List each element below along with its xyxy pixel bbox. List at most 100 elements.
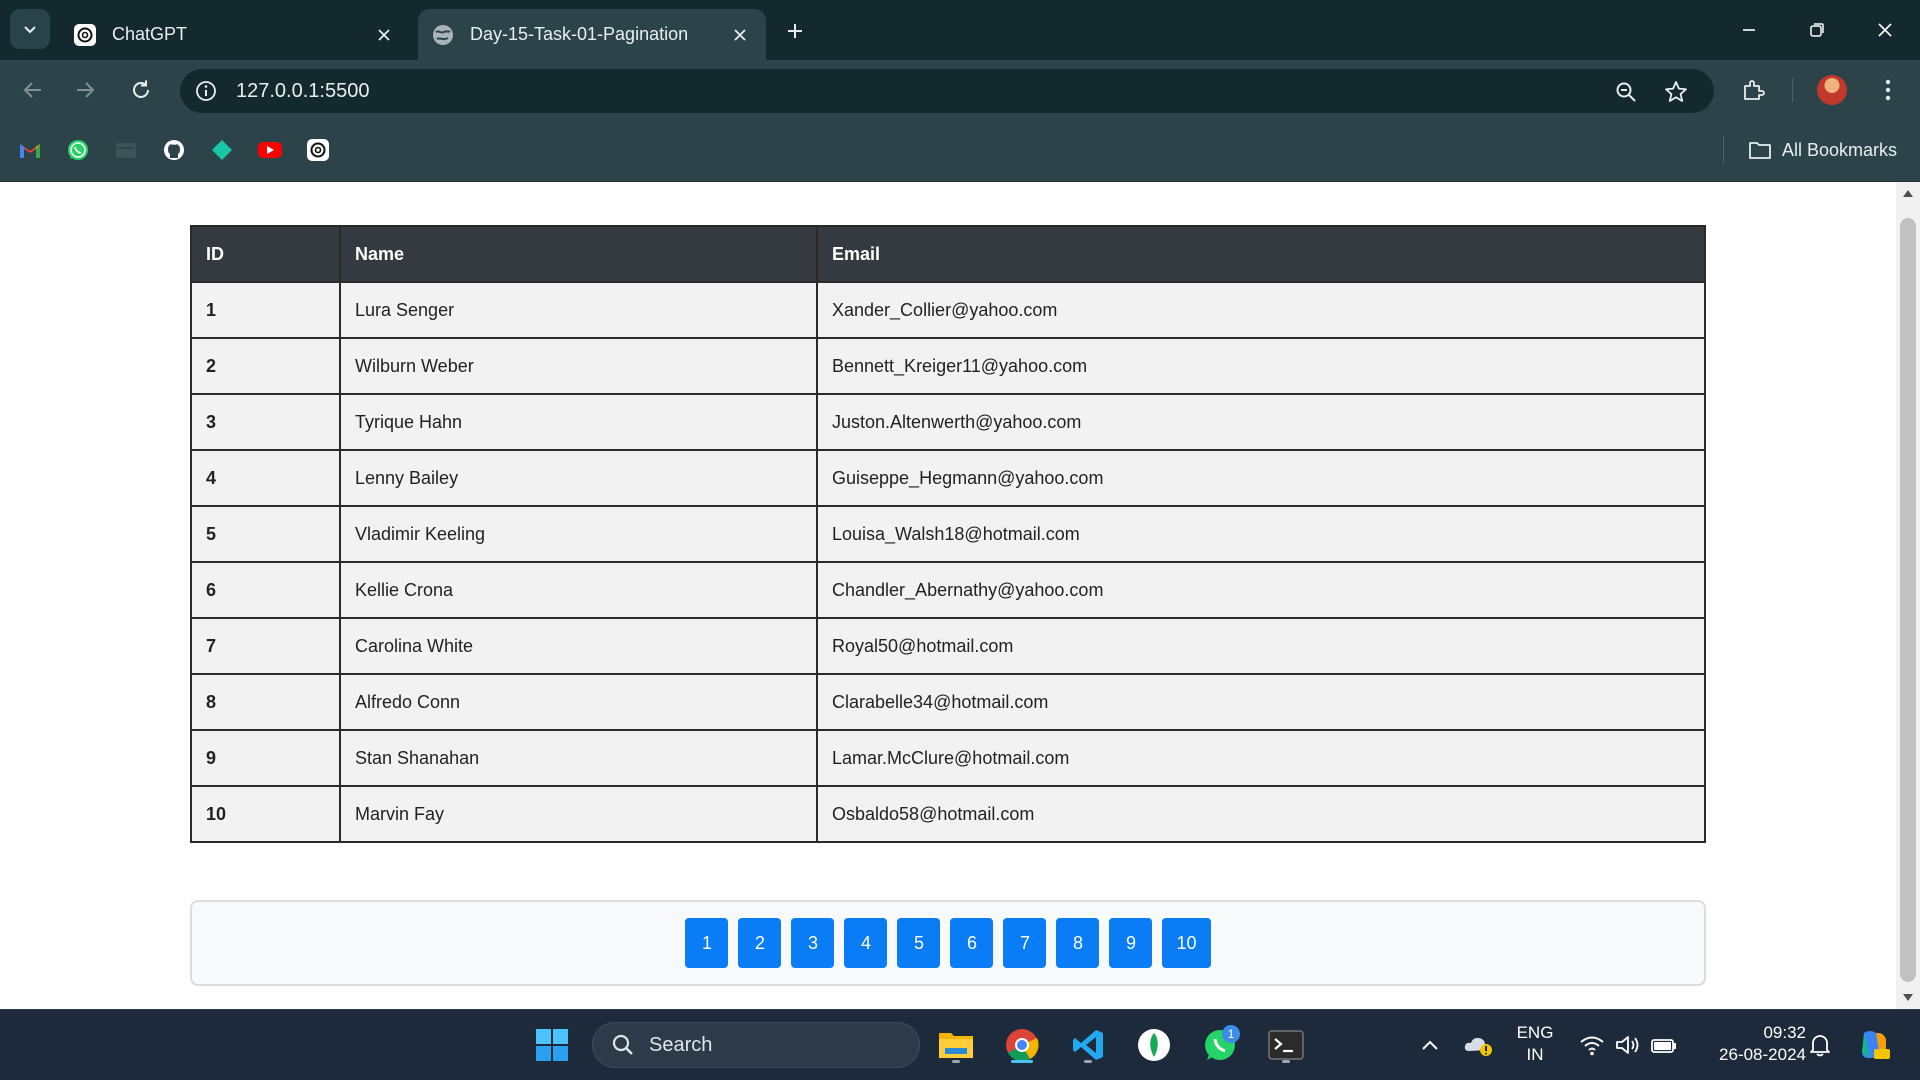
forward-button[interactable] — [67, 72, 103, 108]
vscode-icon[interactable] — [1066, 1023, 1110, 1067]
cell-name: Vladimir Keeling — [339, 505, 818, 563]
close-tab-button[interactable] — [370, 21, 398, 49]
scroll-down-arrow-icon[interactable] — [1903, 994, 1913, 1001]
all-bookmarks-button[interactable]: All Bookmarks — [1748, 136, 1897, 164]
arrow-left-icon — [23, 82, 41, 98]
cell-email: Clarabelle34@hotmail.com — [816, 673, 1706, 731]
page-button-2[interactable]: 2 — [738, 918, 782, 968]
tab-chatgpt[interactable]: ChatGPT — [60, 9, 410, 60]
restore-icon — [1810, 23, 1824, 37]
whatsapp-icon[interactable] — [64, 136, 92, 164]
page-button-5[interactable]: 5 — [897, 918, 941, 968]
profile-avatar[interactable] — [1814, 72, 1850, 108]
gmail-icon[interactable] — [16, 136, 44, 164]
cell-name: Lenny Bailey — [339, 449, 818, 507]
close-icon — [1878, 23, 1892, 37]
table-row: 8 Alfredo Conn Clarabelle34@hotmail.com — [190, 673, 1706, 731]
bookmarks-divider — [1723, 136, 1724, 164]
table-row: 4 Lenny Bailey Guiseppe_Hegmann@yahoo.com — [190, 449, 1706, 507]
back-button[interactable] — [15, 72, 51, 108]
whatsapp-icon[interactable]: 1 — [1198, 1023, 1242, 1067]
reload-icon — [133, 80, 149, 98]
cell-name: Wilburn Weber — [339, 337, 818, 395]
address-bar[interactable]: 127.0.0.1:5500 — [180, 69, 1714, 113]
reload-button[interactable] — [123, 72, 159, 108]
diamond-icon[interactable] — [208, 136, 236, 164]
tab-search-button[interactable] — [10, 9, 50, 49]
pagination-bar: 1 2 3 4 5 6 7 8 9 10 — [190, 900, 1706, 986]
language-code: ENG — [1516, 1023, 1554, 1042]
page-button-10[interactable]: 10 — [1162, 918, 1211, 968]
taskbar-search[interactable]: Search — [592, 1022, 920, 1068]
terminal-icon[interactable] — [1264, 1023, 1308, 1067]
running-indicator — [1084, 1060, 1092, 1063]
tab-title: Day-15-Task-01-Pagination — [470, 24, 689, 44]
page-button-6[interactable]: 6 — [950, 918, 994, 968]
new-tab-button[interactable] — [778, 14, 812, 48]
cell-id: 8 — [190, 673, 341, 731]
column-header-id: ID — [190, 225, 341, 283]
language-region: IN — [1526, 1045, 1544, 1064]
table-row: 1 Lura Senger Xander_Collier@yahoo.com — [190, 281, 1706, 339]
toolbar-divider — [1792, 78, 1793, 102]
page-button-8[interactable]: 8 — [1056, 918, 1100, 968]
page-button-1[interactable]: 1 — [685, 918, 729, 968]
table-row: 7 Carolina White Royal50@hotmail.com — [190, 617, 1706, 675]
notification-badge: 1 — [1222, 1025, 1240, 1043]
chatgpt-icon[interactable] — [304, 136, 332, 164]
bell-icon[interactable] — [1798, 1023, 1842, 1067]
battery-icon[interactable] — [1642, 1023, 1686, 1067]
cell-name: Alfredo Conn — [339, 673, 818, 731]
cell-name: Tyrique Hahn — [339, 393, 818, 451]
extensions-icon[interactable] — [1735, 72, 1771, 108]
running-indicator — [952, 1060, 960, 1063]
cell-email: Louisa_Walsh18@hotmail.com — [816, 505, 1706, 563]
close-icon — [734, 28, 746, 41]
close-icon — [378, 28, 390, 41]
language-indicator[interactable]: ENG IN — [1512, 1022, 1558, 1066]
page-button-9[interactable]: 9 — [1109, 918, 1153, 968]
cell-email: Bennett_Kreiger11@yahoo.com — [816, 337, 1706, 395]
page-button-3[interactable]: 3 — [791, 918, 835, 968]
page-button-7[interactable]: 7 — [1003, 918, 1047, 968]
github-icon[interactable] — [160, 136, 188, 164]
menu-button[interactable] — [1870, 72, 1906, 108]
cell-name: Marvin Fay — [339, 785, 818, 843]
tab-pagination[interactable]: Day-15-Task-01-Pagination — [418, 9, 766, 60]
restore-button[interactable] — [1794, 8, 1840, 52]
zoom-icon[interactable] — [1612, 78, 1640, 106]
close-window-button[interactable] — [1862, 8, 1908, 52]
windows-start-icon[interactable] — [530, 1023, 574, 1067]
windows-taskbar: Search 1 ENG IN 09:32 26-08-2024 — [0, 1009, 1920, 1080]
site-info-icon[interactable] — [192, 77, 220, 105]
cell-name: Kellie Crona — [339, 561, 818, 619]
search-label: Search — [649, 1033, 713, 1056]
minimize-button[interactable] — [1726, 8, 1772, 52]
minimize-icon — [1743, 29, 1755, 31]
table-body: 1 Lura Senger Xander_Collier@yahoo.com 2 Wil… — [190, 281, 1706, 843]
cell-id: 6 — [190, 561, 341, 619]
file-explorer-icon[interactable] — [934, 1023, 978, 1067]
chrome-icon[interactable] — [1000, 1023, 1044, 1067]
bookmark-star-icon[interactable] — [1662, 78, 1690, 106]
scroll-up-arrow-icon[interactable] — [1903, 190, 1913, 197]
onedrive-warning-icon[interactable] — [1456, 1023, 1500, 1067]
mongodb-compass-icon[interactable] — [1132, 1023, 1176, 1067]
cell-email: Royal50@hotmail.com — [816, 617, 1706, 675]
chevron-up-icon[interactable] — [1408, 1023, 1452, 1067]
avatar — [1817, 75, 1847, 105]
close-tab-button[interactable] — [726, 21, 754, 49]
cell-email: Juston.Altenwerth@yahoo.com — [816, 393, 1706, 451]
chevron-down-icon — [24, 26, 36, 34]
system-clock[interactable]: 09:32 26-08-2024 — [1690, 1022, 1806, 1066]
users-table: ID Name Email 1 Lura Senger Xander_Collier… — [190, 225, 1706, 843]
page-viewport: ID Name Email 1 Lura Senger Xander_Collier… — [0, 182, 1896, 1009]
scrollbar-thumb[interactable] — [1900, 218, 1916, 982]
page-button-4[interactable]: 4 — [844, 918, 888, 968]
column-header-email: Email — [816, 225, 1706, 283]
folder-icon[interactable] — [112, 136, 140, 164]
copilot-icon[interactable] — [1852, 1023, 1896, 1067]
cell-email: Chandler_Abernathy@yahoo.com — [816, 561, 1706, 619]
vertical-scrollbar[interactable] — [1896, 182, 1920, 1009]
youtube-icon[interactable] — [256, 136, 284, 164]
